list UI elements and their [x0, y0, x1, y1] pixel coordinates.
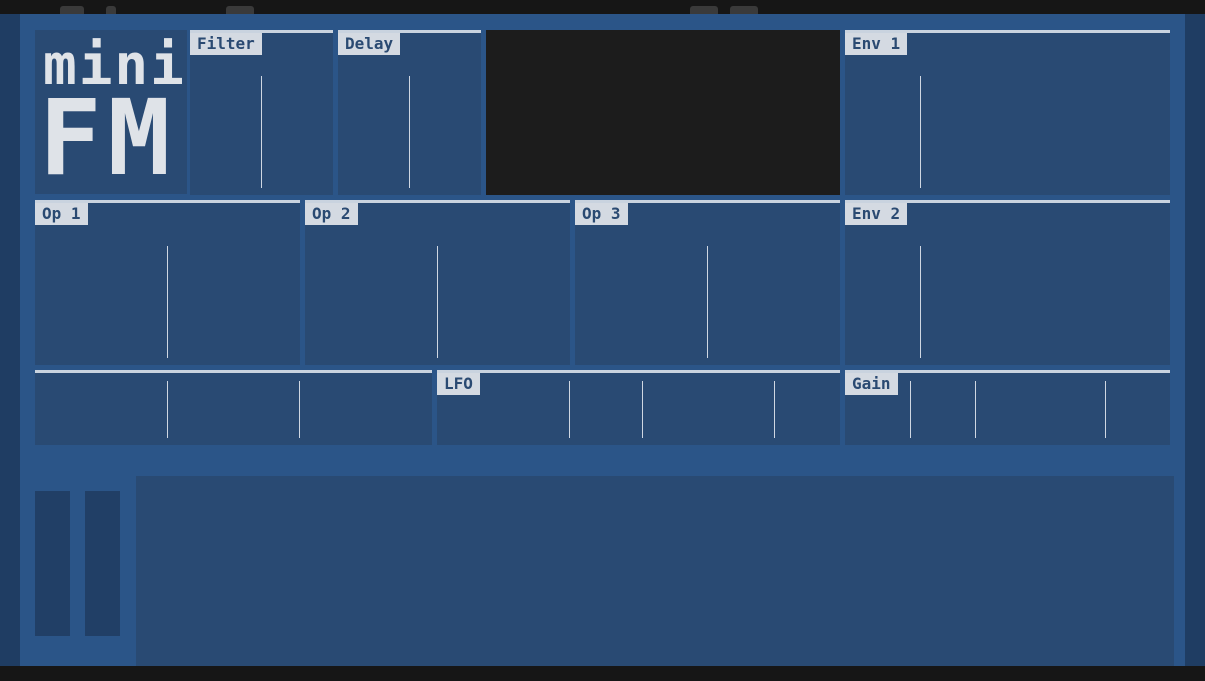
logo: mini FM: [35, 30, 187, 194]
filter-panel: Filter: [190, 30, 333, 195]
delay-slider[interactable]: [409, 76, 410, 188]
pitch-wheel[interactable]: [35, 491, 70, 636]
lfo-slider[interactable]: [642, 381, 643, 438]
op1-panel: Op 1: [35, 200, 300, 365]
keyboard[interactable]: [136, 476, 1174, 666]
host-knob: [730, 6, 758, 14]
op3-slider[interactable]: [707, 246, 708, 358]
env2-panel: Env 2: [845, 200, 1170, 365]
misc-panel: [35, 370, 432, 445]
gain-panel: Gain: [845, 370, 1170, 445]
op1-slider[interactable]: [167, 246, 168, 358]
mod-wheel[interactable]: [85, 491, 120, 636]
lfo-slider[interactable]: [774, 381, 775, 438]
host-knob: [226, 6, 254, 14]
env2-slider[interactable]: [920, 246, 921, 358]
misc-slider[interactable]: [299, 381, 300, 438]
gain-slider[interactable]: [910, 381, 911, 438]
op1-label: Op 1: [35, 203, 88, 225]
filter-label: Filter: [190, 33, 262, 55]
gain-slider[interactable]: [1105, 381, 1106, 438]
op2-slider[interactable]: [437, 246, 438, 358]
lfo-label: LFO: [437, 373, 480, 395]
host-knob: [60, 6, 84, 14]
env2-label: Env 2: [845, 203, 908, 225]
left-border: [0, 14, 20, 666]
delay-label: Delay: [338, 33, 401, 55]
op2-panel: Op 2: [305, 200, 570, 365]
lfo-slider[interactable]: [569, 381, 570, 438]
op2-label: Op 2: [305, 203, 358, 225]
env1-panel: Env 1: [845, 30, 1170, 195]
op3-label: Op 3: [575, 203, 628, 225]
host-knob: [106, 6, 116, 14]
gain-slider[interactable]: [975, 381, 976, 438]
misc-slider[interactable]: [167, 381, 168, 438]
host-top-bar: [0, 0, 1205, 14]
waveform-display: [486, 30, 840, 195]
delay-panel: Delay: [338, 30, 481, 195]
env1-slider[interactable]: [920, 76, 921, 188]
op3-panel: Op 3: [575, 200, 840, 365]
filter-slider[interactable]: [261, 76, 262, 188]
lfo-panel: LFO: [437, 370, 840, 445]
host-knob: [690, 6, 718, 14]
right-border: [1185, 14, 1205, 666]
gain-label: Gain: [845, 373, 898, 395]
host-bottom-bar: [0, 666, 1205, 681]
env1-label: Env 1: [845, 33, 908, 55]
logo-fm-text: FM: [39, 77, 177, 199]
